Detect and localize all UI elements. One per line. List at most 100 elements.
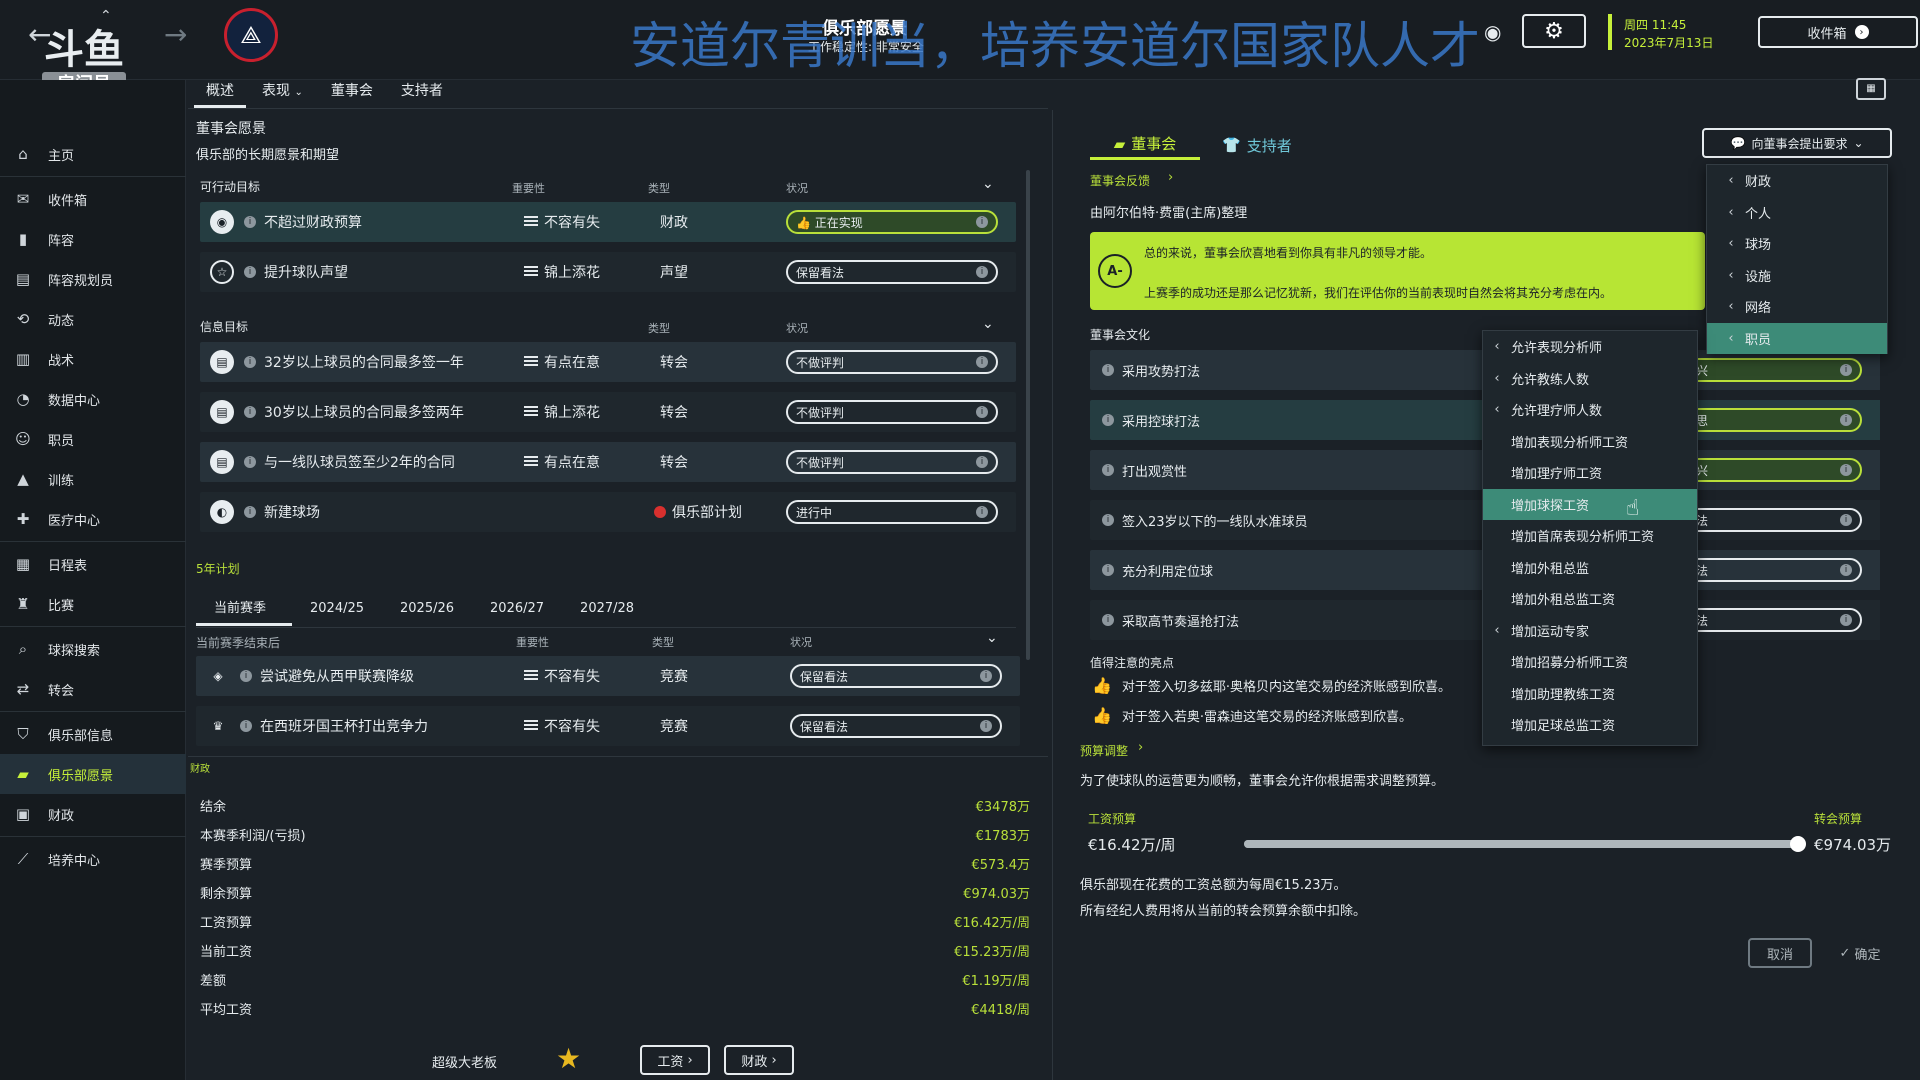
confirm-button[interactable]: ✓ 确定 [1828, 938, 1892, 968]
sidebar-item-dynamics[interactable]: ⟲ 动态 [0, 299, 186, 339]
sidebar-item-finances[interactable]: ▣ 财政 [0, 794, 186, 834]
info-icon[interactable]: i [244, 266, 256, 278]
right-tab-supporters[interactable]: 👕 支持者 [1222, 130, 1292, 160]
status-badge[interactable]: 保留看法 i [790, 714, 1002, 738]
info-icon[interactable]: i [244, 216, 256, 228]
menu-item[interactable]: 增加表现分析师工资 [1483, 426, 1697, 458]
budget-slider[interactable] [1244, 836, 1807, 852]
info-icon[interactable]: i [1102, 464, 1114, 476]
status-badge[interactable]: 思i [1686, 408, 1862, 432]
menu-item-facilities[interactable]: ‹ 设施 [1707, 260, 1887, 292]
left-scrollbar[interactable] [1026, 170, 1030, 660]
tab-2026-27[interactable]: 2026/27 [472, 596, 562, 626]
board-vision-title: 董事会愿景 [196, 121, 266, 137]
info-icon[interactable]: i [1102, 564, 1114, 576]
sidebar-item-tactics[interactable]: ▥ 战术 [0, 339, 186, 379]
tab-2024-25[interactable]: 2024/25 [292, 596, 382, 626]
menu-item[interactable]: 增加招募分析师工资 [1483, 646, 1697, 678]
menu-item-stadium[interactable]: ‹ 球场 [1707, 228, 1887, 260]
sidebar-item-training[interactable]: ▲ 训练 [0, 459, 186, 499]
status-badge[interactable]: 保留看法 i [786, 260, 998, 284]
status-badge[interactable]: 不做评判 i [786, 350, 998, 374]
sidebar-item-development[interactable]: ⟋ 培养中心 [0, 839, 186, 879]
tab-2027-28[interactable]: 2027/28 [562, 596, 652, 626]
status-badge[interactable]: 不做评判 i [786, 400, 998, 424]
sidebar-item-club-info[interactable]: ⛉ 俱乐部信息 [0, 714, 186, 754]
menu-item-personal[interactable]: ‹ 个人 [1707, 197, 1887, 229]
sidebar-item-scouting[interactable]: ⌕ 球探搜索 [0, 629, 186, 669]
finances-button[interactable]: 财政 › [724, 1045, 794, 1075]
status-badge[interactable]: 法i [1686, 558, 1862, 582]
cancel-button[interactable]: 取消 [1748, 938, 1812, 968]
chevron-down-icon[interactable]: ⌄ [986, 630, 998, 646]
info-icon[interactable]: i [240, 670, 252, 682]
tab-overview[interactable]: 概述 [194, 78, 246, 108]
settings-button[interactable]: ⚙ [1522, 14, 1586, 48]
tab-board[interactable]: 董事会 [319, 78, 385, 108]
plan-tabs: 当前赛季 2024/25 2025/26 2026/27 2027/28 [196, 596, 652, 626]
status-badge[interactable]: 保留看法 i [790, 664, 1002, 688]
status-badge[interactable]: 法i [1686, 508, 1862, 532]
chevron-down-icon[interactable]: ⌄ [982, 316, 994, 332]
sidebar-item-transfers[interactable]: ⇄ 转会 [0, 669, 186, 709]
board-feedback-title[interactable]: 董事会反馈 [1090, 172, 1150, 189]
menu-item[interactable]: ‹ 增加运动专家 [1483, 615, 1697, 647]
menu-item-selected[interactable]: 增加球探工资 [1483, 488, 1697, 520]
panel-toggle-icon[interactable]: ▦ [1856, 78, 1886, 100]
info-icon[interactable]: i [244, 506, 256, 518]
sidebar-item-squad-planner[interactable]: ▤ 阵容规划员 [0, 259, 186, 299]
info-icon[interactable]: i [1102, 514, 1114, 526]
menu-item[interactable]: 增加理疗师工资 [1483, 457, 1697, 489]
menu-item[interactable]: 增加足球总监工资 [1483, 709, 1697, 741]
chevron-down-icon[interactable]: ⌄ [982, 176, 994, 192]
menu-item[interactable]: 增加外租总监工资 [1483, 583, 1697, 615]
info-icon[interactable]: i [240, 720, 252, 732]
info-icon[interactable]: i [244, 406, 256, 418]
status-badge[interactable]: 兴i [1686, 358, 1862, 382]
menu-item[interactable]: ‹ 允许理疗师人数 [1483, 394, 1697, 426]
chat-icon[interactable]: ◉ [1484, 20, 1501, 44]
status-badge[interactable]: 不做评判 i [786, 450, 998, 474]
status-badge[interactable]: 兴i [1686, 458, 1862, 482]
tab-2025-26[interactable]: 2025/26 [382, 596, 472, 626]
status-badge[interactable]: 法i [1686, 608, 1862, 632]
sidebar-item-medical[interactable]: ✚ 医疗中心 [0, 499, 186, 539]
inbox-button[interactable]: 收件箱 › [1758, 16, 1918, 48]
menu-item[interactable]: 增加首席表现分析师工资 [1483, 520, 1697, 552]
sidebar-item-competitions[interactable]: ♜ 比赛 [0, 584, 186, 624]
menu-item[interactable]: 增加外租总监 [1483, 552, 1697, 584]
forward-arrow-icon[interactable]: → [164, 18, 187, 51]
sidebar-item-schedule[interactable]: ▦ 日程表 [0, 544, 186, 584]
status-badge[interactable]: 👍 正在实现 i [786, 210, 998, 234]
info-icon[interactable]: i [244, 356, 256, 368]
budget-slider-handle[interactable] [1790, 836, 1807, 852]
tab-current-season[interactable]: 当前赛季 [196, 596, 292, 626]
tab-performance[interactable]: 表现 ⌄ [250, 78, 315, 108]
goal-importance: 不容有失 [544, 669, 600, 685]
info-icon[interactable]: i [1102, 364, 1114, 376]
sidebar-item-club-vision[interactable]: ▰ 俱乐部愿景 [0, 754, 186, 794]
sidebar-item-squad[interactable]: ▮ 阵容 [0, 219, 186, 259]
budget-adjust-title[interactable]: 预算调整 [1080, 742, 1128, 759]
menu-item[interactable]: 增加助理教练工资 [1483, 678, 1697, 710]
sidebar-item-label: 财政 [48, 808, 75, 824]
menu-item[interactable]: ‹ 允许教练人数 [1483, 363, 1697, 395]
request-board-button[interactable]: 💬 向董事会提出要求 ⌄ [1702, 128, 1892, 158]
sidebar-item-staff[interactable]: ☺ 职员 [0, 419, 186, 459]
wages-button[interactable]: 工资 › [640, 1045, 710, 1075]
menu-item-finance[interactable]: ‹ 财政 [1707, 165, 1887, 197]
club-crest-icon[interactable]: ⟁ [224, 8, 278, 62]
right-tab-board[interactable]: ▰ 董事会 [1090, 130, 1200, 160]
tab-supporters[interactable]: 支持者 [389, 78, 455, 108]
menu-item[interactable]: ‹ 允许表现分析师 [1483, 331, 1697, 363]
info-icon[interactable]: i [1102, 414, 1114, 426]
menu-item-staff[interactable]: ‹ 职员 [1707, 322, 1887, 354]
sidebar-item-home[interactable]: ⌂ 主页 [0, 134, 186, 174]
sidebar-item-data-hub[interactable]: ◔ 数据中心 [0, 379, 186, 419]
up-chevron-icon[interactable]: ⌃ [100, 8, 112, 24]
info-icon[interactable]: i [244, 456, 256, 468]
sidebar-item-inbox[interactable]: ✉ 收件箱 [0, 179, 186, 219]
info-icon[interactable]: i [1102, 614, 1114, 626]
menu-item-network[interactable]: ‹ 网络 [1707, 291, 1887, 323]
status-badge[interactable]: 进行中 i [786, 500, 998, 524]
